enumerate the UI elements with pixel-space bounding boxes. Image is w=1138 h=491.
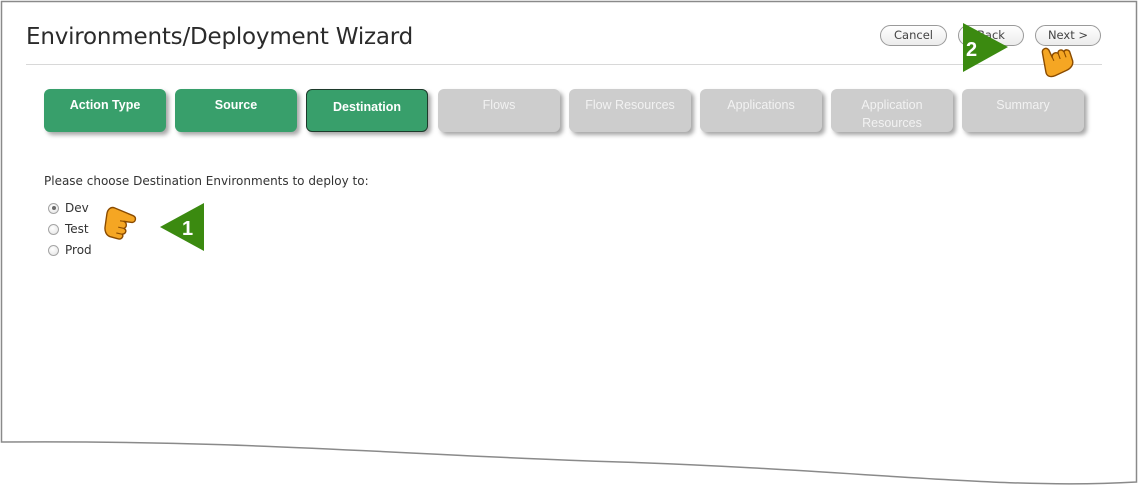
pointing-hand-icon — [1035, 38, 1077, 80]
callout-1: 1 — [160, 203, 204, 251]
pointing-hand-icon — [102, 206, 138, 242]
callout-2: 2 — [963, 23, 1008, 72]
callout-number: 1 — [182, 218, 193, 240]
callout-number: 2 — [966, 39, 977, 61]
annotation-overlay: 1 2 — [102, 23, 1077, 251]
